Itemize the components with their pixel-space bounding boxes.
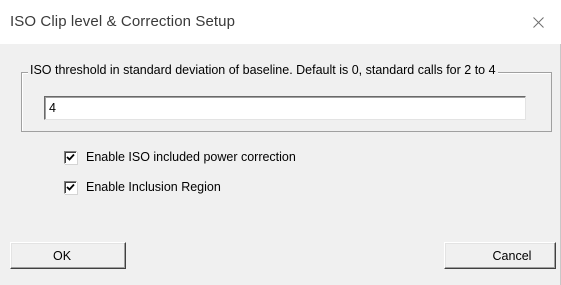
power-correction-label: Enable ISO included power correction (86, 150, 296, 164)
cancel-button[interactable]: Cancel (444, 242, 556, 269)
close-icon (532, 16, 544, 28)
threshold-groupbox-label: ISO threshold in standard deviation of b… (28, 63, 498, 77)
close-button[interactable] (515, 0, 561, 44)
window-title: ISO Clip level & Correction Setup (10, 13, 236, 30)
inclusion-region-checkbox-row[interactable]: Enable Inclusion Region (64, 180, 221, 194)
power-correction-checkbox[interactable] (64, 150, 77, 164)
dialog-window: ISO Clip level & Correction Setup ISO th… (0, 0, 561, 285)
power-correction-checkbox-row[interactable]: Enable ISO included power correction (64, 150, 296, 164)
checkmark-icon (66, 153, 75, 161)
inclusion-region-label: Enable Inclusion Region (86, 180, 221, 194)
inclusion-region-checkbox[interactable] (64, 180, 77, 194)
threshold-input[interactable] (44, 96, 526, 120)
title-bar[interactable]: ISO Clip level & Correction Setup (0, 0, 561, 44)
checkmark-icon (66, 183, 75, 191)
ok-button[interactable]: OK (10, 242, 126, 269)
